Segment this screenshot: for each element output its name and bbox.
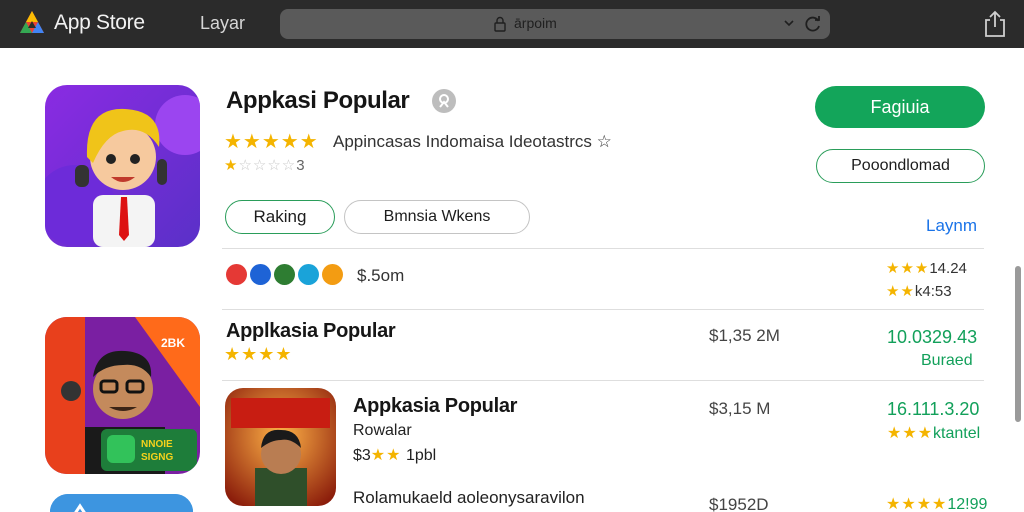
social-icon-green[interactable] bbox=[274, 264, 295, 285]
poster-man-icon bbox=[225, 388, 336, 506]
stat-value: 14.24 bbox=[929, 260, 967, 277]
download-button[interactable]: Pooondlomad bbox=[816, 149, 985, 183]
list-item-stars: ★★★★ bbox=[224, 344, 293, 364]
list-item-action-row: ★★★ktantel bbox=[887, 423, 980, 443]
app-logo-icon[interactable] bbox=[18, 9, 46, 37]
brand-name[interactable]: App Store bbox=[54, 11, 145, 35]
social-icon-red[interactable] bbox=[226, 264, 247, 285]
social-icon-orange[interactable] bbox=[322, 264, 343, 285]
svg-text:SIGNG: SIGNG bbox=[141, 452, 173, 463]
list-item-extra: 1pbl bbox=[405, 447, 437, 464]
featured-app-icon[interactable] bbox=[45, 85, 200, 247]
list-item-title[interactable]: Appkasia Popular bbox=[353, 395, 517, 418]
list-item-value: 10.0329.43 bbox=[887, 327, 978, 347]
featured-app-title[interactable]: Appkasi Popular bbox=[226, 87, 410, 115]
reload-icon[interactable] bbox=[803, 14, 823, 34]
rating-count: 3 bbox=[296, 157, 305, 174]
list-item-price-tag: $3 bbox=[353, 447, 371, 464]
social-icons bbox=[226, 264, 343, 285]
list-item-action[interactable]: ktantel bbox=[933, 425, 980, 442]
tag-browse[interactable]: Bmnsia Wkens bbox=[344, 200, 530, 234]
list-item-title[interactable]: Applkasia Popular bbox=[226, 320, 396, 343]
rating-star-filled: ★ bbox=[224, 157, 239, 174]
list-app-icon[interactable] bbox=[225, 388, 336, 506]
list-item-value: 16.111.3.20 bbox=[887, 399, 980, 419]
stat-row-2: ★★k4:53 bbox=[886, 282, 952, 300]
stat-stars: ★★★ bbox=[886, 260, 930, 277]
address-bar[interactable]: ārpoim bbox=[280, 9, 830, 39]
info-badge-icon[interactable] bbox=[432, 89, 456, 113]
featured-subtitle: Appincasas Indomaisa Ideotastrcs ☆ bbox=[333, 132, 612, 151]
list-item-price: $1952D bbox=[709, 495, 769, 512]
divider bbox=[222, 380, 984, 381]
divider bbox=[222, 248, 984, 249]
svg-text:NNOIE: NNOIE bbox=[141, 439, 173, 450]
lock-icon bbox=[494, 16, 506, 32]
cartoon-avatar-icon bbox=[45, 85, 200, 247]
list-item-value: 12!99 bbox=[947, 496, 988, 512]
featured-price: $.5om bbox=[357, 266, 405, 285]
svg-text:2BK: 2BK bbox=[161, 336, 185, 350]
list-app-icon[interactable]: 2BK NNOIE SIGNG bbox=[45, 317, 200, 474]
social-icon-cyan[interactable] bbox=[298, 264, 319, 285]
top-bar: App Store Layar ārpoim bbox=[0, 0, 1024, 48]
featured-rating: ★★★★★ bbox=[224, 129, 319, 154]
app-icon-partial bbox=[50, 494, 193, 512]
list-item-price: $3,15 M bbox=[709, 399, 771, 418]
tag-ranking[interactable]: Raking bbox=[225, 200, 335, 234]
list-item-price: $1,35 2M bbox=[709, 326, 780, 345]
rating-stars: ★★★★★ bbox=[224, 131, 319, 153]
list-item-meta: $3★★ 1pbl bbox=[353, 445, 436, 465]
stat-stars: ★★ bbox=[886, 283, 915, 300]
man-with-glasses-icon: 2BK NNOIE SIGNG bbox=[45, 317, 200, 474]
list-app-icon[interactable] bbox=[50, 494, 193, 512]
list-item-subtitle: Rowalar bbox=[353, 422, 412, 439]
scrollbar[interactable] bbox=[1015, 266, 1021, 422]
get-button[interactable]: Fagiuia bbox=[815, 86, 985, 128]
list-item-stars-right: ★★★ bbox=[887, 425, 934, 442]
list-item-rating: ★★★★12!99 bbox=[886, 494, 987, 512]
stat-value: k4:53 bbox=[914, 283, 952, 300]
nav-link-layar[interactable]: Layar bbox=[200, 13, 245, 34]
list-item-stars: ★★ bbox=[370, 447, 402, 464]
divider bbox=[222, 309, 984, 310]
stat-row-1: ★★★14.24 bbox=[886, 259, 967, 277]
see-all-link[interactable]: Laynm bbox=[926, 216, 977, 236]
social-icon-blue[interactable] bbox=[250, 264, 271, 285]
url-text: ārpoim bbox=[514, 15, 557, 31]
list-item-action[interactable]: Buraed bbox=[921, 352, 973, 370]
list-item-title[interactable]: Rolamukaeld aoleonysaravilon bbox=[353, 488, 585, 508]
rating-stars-empty: ☆☆☆☆ bbox=[238, 157, 297, 174]
chevron-down-icon[interactable] bbox=[782, 16, 796, 30]
list-item-stars: ★★★★ bbox=[886, 496, 948, 512]
featured-rating-secondary: ★☆☆☆☆3 bbox=[224, 156, 305, 174]
share-icon[interactable] bbox=[983, 10, 1007, 38]
